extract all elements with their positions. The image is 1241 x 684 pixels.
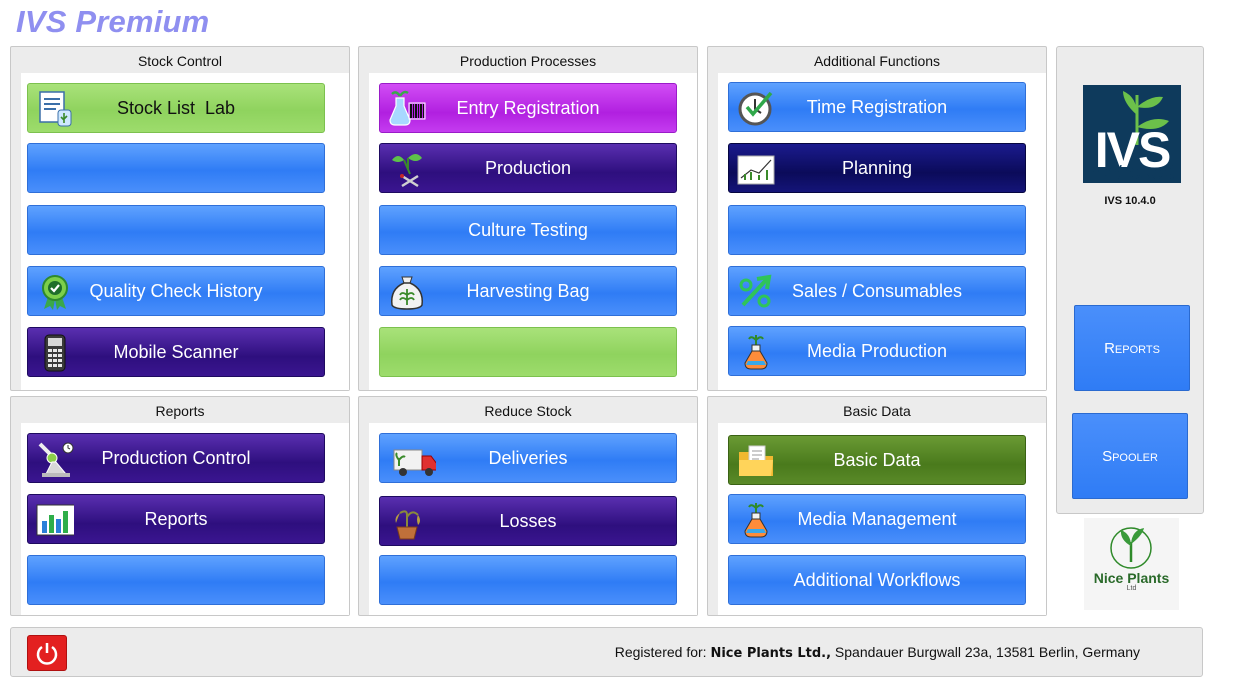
planning-label: Planning bbox=[841, 157, 913, 178]
power-button[interactable] bbox=[27, 635, 67, 671]
mobile-scanner-label: Mobile Scanner bbox=[113, 341, 239, 362]
media-production-label: Media Production bbox=[806, 340, 948, 361]
culture-testing-button[interactable]: Culture Testing bbox=[379, 205, 677, 255]
percent-icon bbox=[739, 274, 772, 308]
panel-additional-functions: Additional Functions Time Registration P… bbox=[707, 46, 1047, 391]
basic-data-label: Basic Data bbox=[833, 449, 921, 470]
sales-consumables-label: Sales / Consumables bbox=[791, 280, 963, 301]
entry-registration-button[interactable]: Entry Registration bbox=[379, 83, 677, 133]
basic-data-button[interactable]: Basic Data bbox=[728, 435, 1026, 485]
company-logo-name: Nice Plants bbox=[1093, 570, 1170, 586]
spooler-button[interactable]: Spooler bbox=[1072, 413, 1188, 499]
panel-title: Stock Control bbox=[137, 53, 223, 69]
truck-icon bbox=[393, 449, 436, 476]
time-registration-button[interactable]: Time Registration bbox=[728, 82, 1026, 132]
plant-cutting-icon bbox=[392, 154, 422, 188]
planning-chart-icon bbox=[737, 155, 775, 185]
company-logo-sub: Ltd bbox=[1126, 585, 1137, 592]
additional-workflows-button[interactable]: Additional Workflows bbox=[728, 555, 1026, 605]
time-registration-label: Time Registration bbox=[806, 96, 948, 117]
reports-side-button[interactable]: Reports bbox=[1074, 305, 1190, 391]
stock-list-icon bbox=[39, 91, 72, 127]
harvesting-bag-label: Harvesting Bag bbox=[466, 280, 590, 301]
sidebar-panel: IVS invitrosoft IVS 10.4.0 Reports Spool… bbox=[1056, 46, 1204, 514]
quality-check-history-button[interactable]: Quality Check History bbox=[27, 266, 325, 316]
planning-button[interactable]: Planning bbox=[728, 143, 1026, 193]
microscope-icon bbox=[38, 442, 74, 477]
quality-check-history-label: Quality Check History bbox=[89, 280, 263, 301]
media-management-button[interactable]: Media Management bbox=[728, 494, 1026, 544]
production-button[interactable]: Production bbox=[379, 143, 677, 193]
stock-control-empty-button-2[interactable] bbox=[27, 205, 325, 255]
additional-workflows-label: Additional Workflows bbox=[793, 569, 961, 590]
panel-title: Reduce Stock bbox=[484, 403, 572, 419]
panel-reduce-stock: Reduce Stock Deliveries Losses bbox=[358, 396, 698, 616]
wilted-plant-icon bbox=[395, 510, 420, 540]
media-vase-icon bbox=[744, 503, 768, 538]
footer-bar: Registered for: Nice Plants Ltd., Spanda… bbox=[10, 627, 1203, 677]
company-logo: Nice Plants Ltd bbox=[1084, 518, 1179, 610]
clock-check-icon bbox=[738, 91, 773, 126]
panel-title: Reports bbox=[155, 403, 205, 419]
media-vase-icon bbox=[744, 335, 768, 370]
reduce-stock-empty-button[interactable] bbox=[379, 555, 677, 605]
registration-info: Registered for: Nice Plants Ltd., Spanda… bbox=[615, 644, 1140, 661]
harvesting-bag-button[interactable]: Harvesting Bag bbox=[379, 266, 677, 316]
logo-subtext: invitrosoft bbox=[1085, 161, 1175, 184]
bar-chart-icon bbox=[36, 504, 74, 536]
media-management-label: Media Management bbox=[797, 508, 957, 529]
production-label: Production bbox=[484, 157, 572, 178]
app-title: IVS Premium bbox=[16, 4, 210, 39]
registered-address: Spandauer Burgwall 23a, 13581 Berlin, Ge… bbox=[831, 644, 1140, 660]
reports-label: Reports bbox=[144, 508, 208, 529]
power-icon bbox=[36, 643, 58, 665]
quality-badge-icon bbox=[42, 275, 68, 310]
production-control-button[interactable]: Production Control bbox=[27, 433, 325, 483]
deliveries-button[interactable]: Deliveries bbox=[379, 433, 677, 483]
deliveries-label: Deliveries bbox=[488, 447, 568, 468]
stock-control-empty-button-1[interactable] bbox=[27, 143, 325, 193]
sales-consumables-button[interactable]: Sales / Consumables bbox=[728, 266, 1026, 316]
panel-reports: Reports Production Control Reports bbox=[10, 396, 350, 616]
panel-title: Basic Data bbox=[843, 403, 911, 419]
registered-company: Nice Plants Ltd., bbox=[710, 646, 832, 661]
losses-label: Losses bbox=[499, 510, 557, 531]
stock-list-lab-label: Stock List Lab bbox=[116, 97, 236, 118]
panel-stock-control: Stock Control Stock List Lab Quality Che… bbox=[10, 46, 350, 391]
panel-production-processes: Production Processes Entry Registration … bbox=[358, 46, 698, 391]
version-label: IVS 10.4.0 bbox=[1104, 195, 1156, 207]
panel-title: Additional Functions bbox=[813, 53, 941, 69]
culture-testing-label: Culture Testing bbox=[468, 219, 588, 240]
harvest-bag-icon bbox=[391, 276, 423, 310]
reports-empty-button[interactable] bbox=[27, 555, 325, 605]
media-production-button[interactable]: Media Production bbox=[728, 326, 1026, 376]
additional-functions-empty-button[interactable] bbox=[728, 205, 1026, 255]
production-control-label: Production Control bbox=[101, 447, 251, 468]
panel-title: Production Processes bbox=[459, 53, 597, 69]
registered-prefix: Registered for: bbox=[614, 644, 711, 660]
stock-list-lab-button[interactable]: Stock List Lab bbox=[27, 83, 325, 133]
panel-basic-data: Basic Data Basic Data Media Management A… bbox=[707, 396, 1047, 616]
scanner-icon bbox=[44, 334, 66, 372]
entry-registration-label: Entry Registration bbox=[456, 97, 600, 118]
reports-button[interactable]: Reports bbox=[27, 494, 325, 544]
company-plant-icon bbox=[1110, 527, 1152, 569]
mobile-scanner-button[interactable]: Mobile Scanner bbox=[27, 327, 325, 377]
flask-barcode-icon bbox=[389, 90, 426, 126]
folder-icon bbox=[739, 445, 773, 476]
production-empty-button[interactable] bbox=[379, 327, 677, 377]
losses-button[interactable]: Losses bbox=[379, 496, 677, 546]
